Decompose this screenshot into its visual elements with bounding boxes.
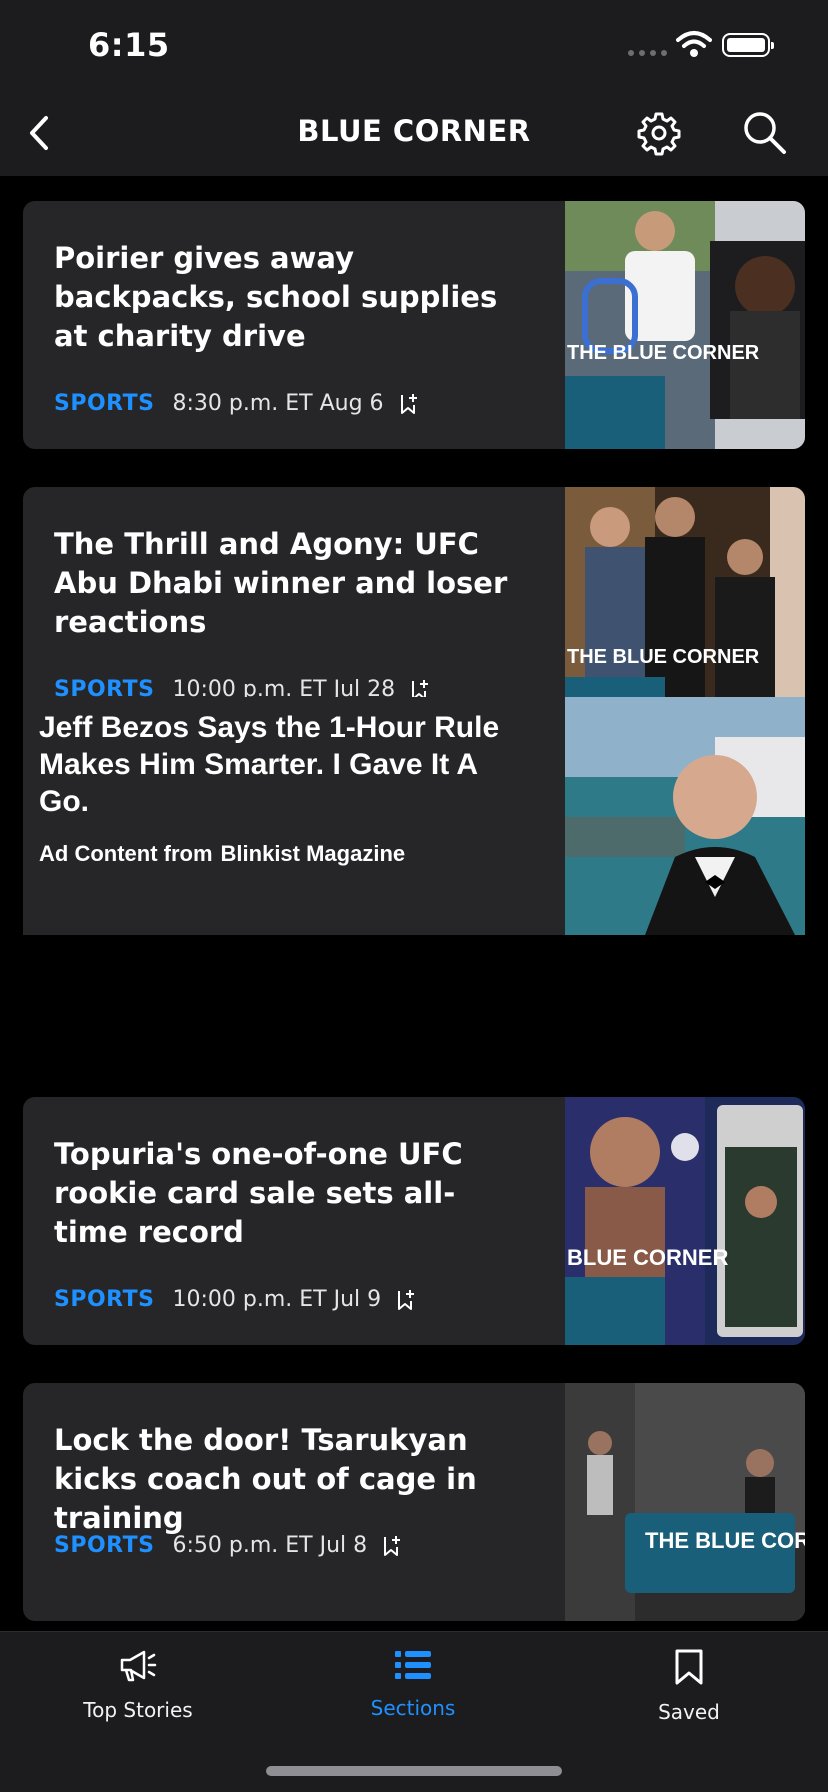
battery-icon (722, 33, 774, 57)
bookmark-add-icon[interactable] (383, 1534, 403, 1558)
article-card[interactable]: Poirier gives away backpacks, school sup… (23, 201, 805, 449)
thumbnail-text: BLUE CORNER (567, 1245, 728, 1270)
article-title: Lock the door! Tsarukyan kicks coach out… (54, 1423, 477, 1535)
article-card[interactable]: Lock the door! Tsarukyan kicks coach out… (23, 1383, 805, 1621)
article-tag[interactable]: SPORTS (54, 1287, 154, 1312)
tab-label: Sections (370, 1696, 456, 1720)
article-timestamp: 8:30 p.m. ET Aug 6 (172, 391, 384, 416)
tab-saved[interactable]: Saved (589, 1648, 789, 1724)
page-title: BLUE CORNER (297, 114, 531, 148)
article-title: The Thrill and Agony: UFC Abu Dhabi winn… (54, 527, 508, 639)
article-timestamp: 10:00 p.m. ET Jul 9 (172, 1287, 382, 1312)
article-tag[interactable]: SPORTS (54, 391, 154, 416)
article-meta: SPORTS 10:00 p.m. ET Jul 9 (54, 1287, 417, 1312)
article-timestamp: 6:50 p.m. ET Jul 8 (172, 1533, 368, 1558)
article-meta: SPORTS 8:30 p.m. ET Aug 6 (54, 391, 420, 416)
tab-label: Top Stories (83, 1698, 193, 1722)
status-bar: 6:15 (0, 0, 828, 90)
ad-sponsor-name: Blinkist Magazine (220, 841, 406, 866)
thumbnail-text: THE BLUE CORNER (567, 646, 760, 668)
ad-title: Jeff Bezos Says the 1-Hour Rule Makes Hi… (39, 711, 500, 818)
article-title: Poirier gives away backpacks, school sup… (54, 241, 498, 353)
article-card[interactable]: Topuria's one-of-one UFC rookie card sal… (23, 1097, 805, 1345)
tab-label: Saved (658, 1700, 720, 1724)
home-indicator[interactable] (266, 1766, 562, 1776)
status-time: 6:15 (88, 26, 170, 64)
megaphone-icon (120, 1650, 157, 1682)
article-thumbnail: BLUE CORNER (565, 1097, 805, 1345)
list-icon (395, 1651, 431, 1679)
article-meta: SPORTS 6:50 p.m. ET Jul 8 (54, 1533, 403, 1558)
ad-thumbnail (565, 697, 805, 935)
sponsored-ad[interactable]: Jeff Bezos Says the 1-Hour Rule Makes Hi… (23, 697, 805, 935)
thumbnail-text: THE BLUE CORNER (567, 342, 760, 364)
tab-sections[interactable]: Sections (313, 1648, 513, 1720)
article-title: Topuria's one-of-one UFC rookie card sal… (54, 1137, 463, 1249)
nav-bar: BLUE CORNER (0, 90, 828, 176)
bookmark-icon (675, 1649, 703, 1685)
wifi-icon (676, 31, 712, 57)
bookmark-add-icon[interactable] (400, 392, 420, 416)
gear-icon[interactable] (636, 110, 682, 156)
ad-sponsor: Ad Content from Blinkist Magazine (39, 841, 405, 867)
thumbnail-text: THE BLUE CORNER (645, 1528, 805, 1553)
article-thumbnail: THE BLUE CORNER (565, 201, 805, 449)
bookmark-add-icon[interactable] (397, 1288, 417, 1312)
article-tag[interactable]: SPORTS (54, 1533, 154, 1558)
cellular-signal-icon (628, 50, 667, 56)
search-icon[interactable] (740, 108, 788, 156)
article-list: Poirier gives away backpacks, school sup… (0, 176, 828, 1631)
article-thumbnail: THE BLUE CORNER (565, 1383, 805, 1621)
ad-sponsor-prefix: Ad Content from (39, 841, 213, 866)
tab-top-stories[interactable]: Top Stories (38, 1648, 238, 1722)
